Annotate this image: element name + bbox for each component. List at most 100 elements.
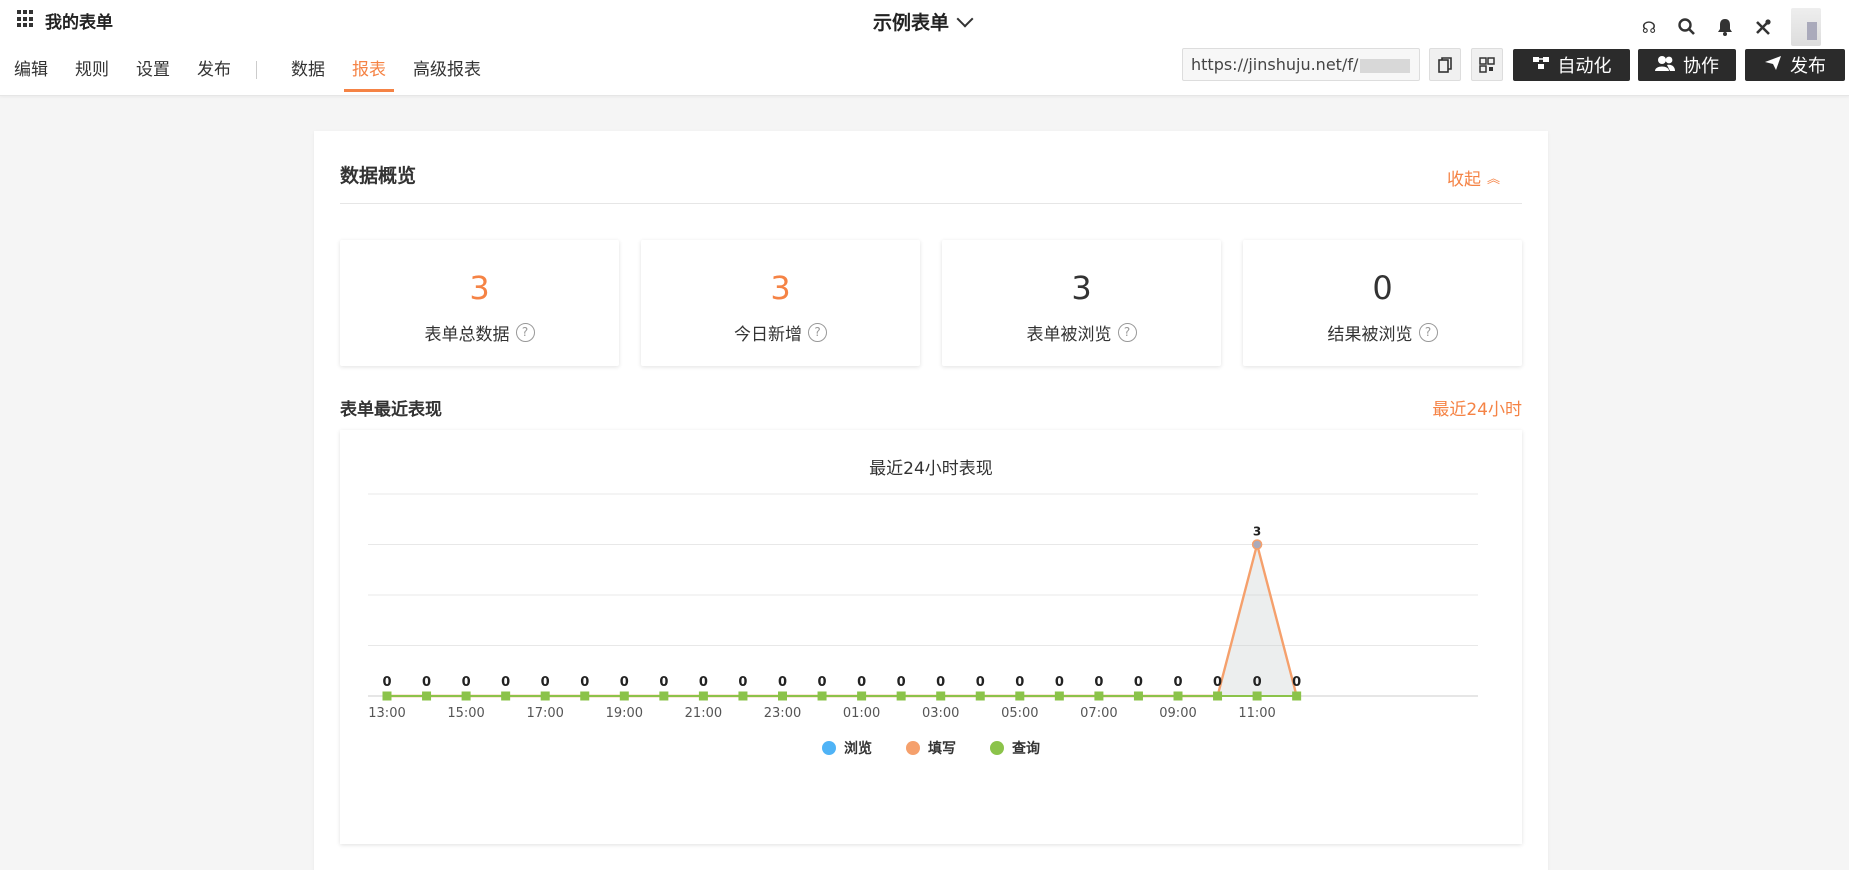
stat-label: 结果被浏览 [1327, 325, 1413, 345]
performance-chart: 最近24小时表现 13:00 15:00 17:00 19:00 21:00 23:00 0… [340, 430, 1522, 844]
nav-divider [256, 61, 257, 79]
help-icon[interactable]: ? [808, 323, 827, 342]
stat-card-result-views: 0 结果被浏览? [1243, 240, 1522, 366]
form-url-field[interactable]: https://jinshuju.net/f/ [1182, 48, 1420, 81]
data-label: 0 [580, 675, 589, 690]
data-point-query [1094, 691, 1104, 701]
x-tick-label: 11:00 [1238, 706, 1275, 721]
area-fill [387, 544, 1297, 696]
data-label: 0 [1213, 675, 1222, 690]
copy-link-button[interactable] [1429, 48, 1461, 81]
data-label: 0 [1094, 675, 1103, 690]
form-url: https://jinshuju.net/f/ [1191, 55, 1359, 74]
data-point-query [1292, 691, 1302, 701]
report-card: 数据概览 收起 ︽ 3 表单总数据? 3 今日新增? 3 表单被浏览? 0 结果… [314, 131, 1548, 870]
data-label: 0 [620, 675, 629, 690]
legend-item-query[interactable]: 查询 [990, 738, 1040, 758]
data-label: 0 [778, 675, 787, 690]
collaborate-button[interactable]: 协作 [1638, 49, 1736, 81]
data-point-query [659, 691, 669, 701]
nav-data[interactable]: 数据 [291, 58, 325, 92]
help-icon[interactable]: ? [1117, 323, 1137, 342]
help-icon[interactable]: ? [515, 323, 535, 342]
nav-edit[interactable]: 编辑 [14, 58, 48, 92]
data-point-query [738, 691, 748, 701]
form-title: 示例表单 [873, 12, 950, 34]
x-tick-label: 01:00 [843, 706, 880, 721]
x-tick-label: 17:00 [526, 706, 563, 721]
nav-rules[interactable]: 规则 [75, 58, 109, 92]
avatar[interactable] [1791, 8, 1821, 46]
data-point-query [778, 691, 787, 701]
overview-title: 数据概览 [340, 165, 417, 187]
stat-label: 今日新增 [734, 325, 802, 345]
nav-settings[interactable]: 设置 [136, 58, 170, 92]
publish-label: 发布 [1790, 56, 1826, 77]
data-label: 0 [1292, 675, 1301, 690]
data-label: 3 [1253, 525, 1261, 539]
data-point-query [698, 691, 708, 701]
data-point-query [461, 691, 471, 701]
top-bar: 我的表单 示例表单 ☊ 编辑 规则 设置 发布 数据 报表 高级报表 https… [0, 0, 1849, 96]
data-point-query [817, 691, 827, 701]
nav-publish[interactable]: 发布 [197, 58, 231, 92]
x-tick-label: 23:00 [764, 706, 801, 721]
series-line-fill [387, 539, 1298, 698]
collapse-label: 收起 [1446, 170, 1481, 190]
automation-button[interactable]: 自动化 [1513, 49, 1630, 81]
data-point-query [501, 691, 511, 701]
bell-icon[interactable] [1715, 17, 1735, 37]
users-icon [1655, 55, 1675, 75]
main-nav: 编辑 规则 设置 发布 数据 报表 高级报表 [14, 58, 508, 92]
data-point-query [580, 691, 590, 701]
collapse-button[interactable]: 收起 ︽ [1447, 165, 1500, 190]
apps-grid-icon[interactable] [17, 10, 35, 28]
flow-icon [1532, 56, 1550, 74]
search-icon[interactable] [1677, 17, 1697, 37]
tools-icon[interactable] [1753, 17, 1773, 37]
legend-swatch [822, 741, 836, 755]
legend-label: 浏览 [844, 741, 872, 757]
legend-label: 填写 [928, 741, 956, 757]
data-point-query [422, 691, 432, 701]
x-tick-label: 21:00 [685, 706, 722, 721]
publish-button[interactable]: 发布 [1745, 49, 1845, 81]
data-point-query [1015, 691, 1025, 701]
collaborate-label: 协作 [1683, 56, 1719, 77]
help-icon[interactable]: ? [1418, 323, 1438, 342]
headset-icon[interactable]: ☊ [1639, 17, 1659, 37]
data-point-fill [1251, 539, 1263, 550]
legend-item-fill[interactable]: 填写 [906, 738, 956, 758]
time-range-link[interactable]: 最近24小时 [1432, 395, 1522, 420]
my-forms-link[interactable]: 我的表单 [45, 8, 113, 33]
data-point-query [1054, 691, 1064, 701]
send-icon [1764, 55, 1782, 75]
form-title-dropdown[interactable]: 示例表单 [873, 8, 974, 35]
data-point-query [1213, 691, 1223, 701]
qrcode-button[interactable] [1471, 48, 1503, 81]
data-point-query [975, 691, 985, 701]
nav-advanced-report[interactable]: 高级报表 [413, 58, 481, 92]
data-point-query [1173, 691, 1183, 701]
legend-item-browse[interactable]: 浏览 [822, 738, 872, 758]
data-point-query [1133, 691, 1143, 701]
stat-label: 表单总数据 [424, 325, 510, 345]
data-point-query [540, 691, 550, 701]
x-tick-label: 15:00 [447, 706, 484, 721]
copy-icon [1438, 56, 1452, 73]
x-tick-label: 07:00 [1080, 706, 1117, 721]
chevron-down-icon [956, 10, 974, 27]
data-label: 0 [976, 675, 985, 690]
nav-report[interactable]: 报表 [344, 58, 394, 92]
data-label: 0 [1173, 675, 1182, 690]
data-label: 0 [818, 675, 827, 690]
chevron-up-icon: ︽ [1486, 172, 1500, 187]
data-point-query [619, 691, 629, 701]
data-label: 0 [1055, 675, 1064, 690]
data-label: 0 [897, 675, 906, 690]
legend-swatch [990, 741, 1004, 755]
data-label: 0 [738, 675, 747, 690]
x-tick-label: 13:00 [368, 706, 405, 721]
data-label: 0 [462, 675, 471, 690]
data-label: 0 [659, 675, 668, 690]
